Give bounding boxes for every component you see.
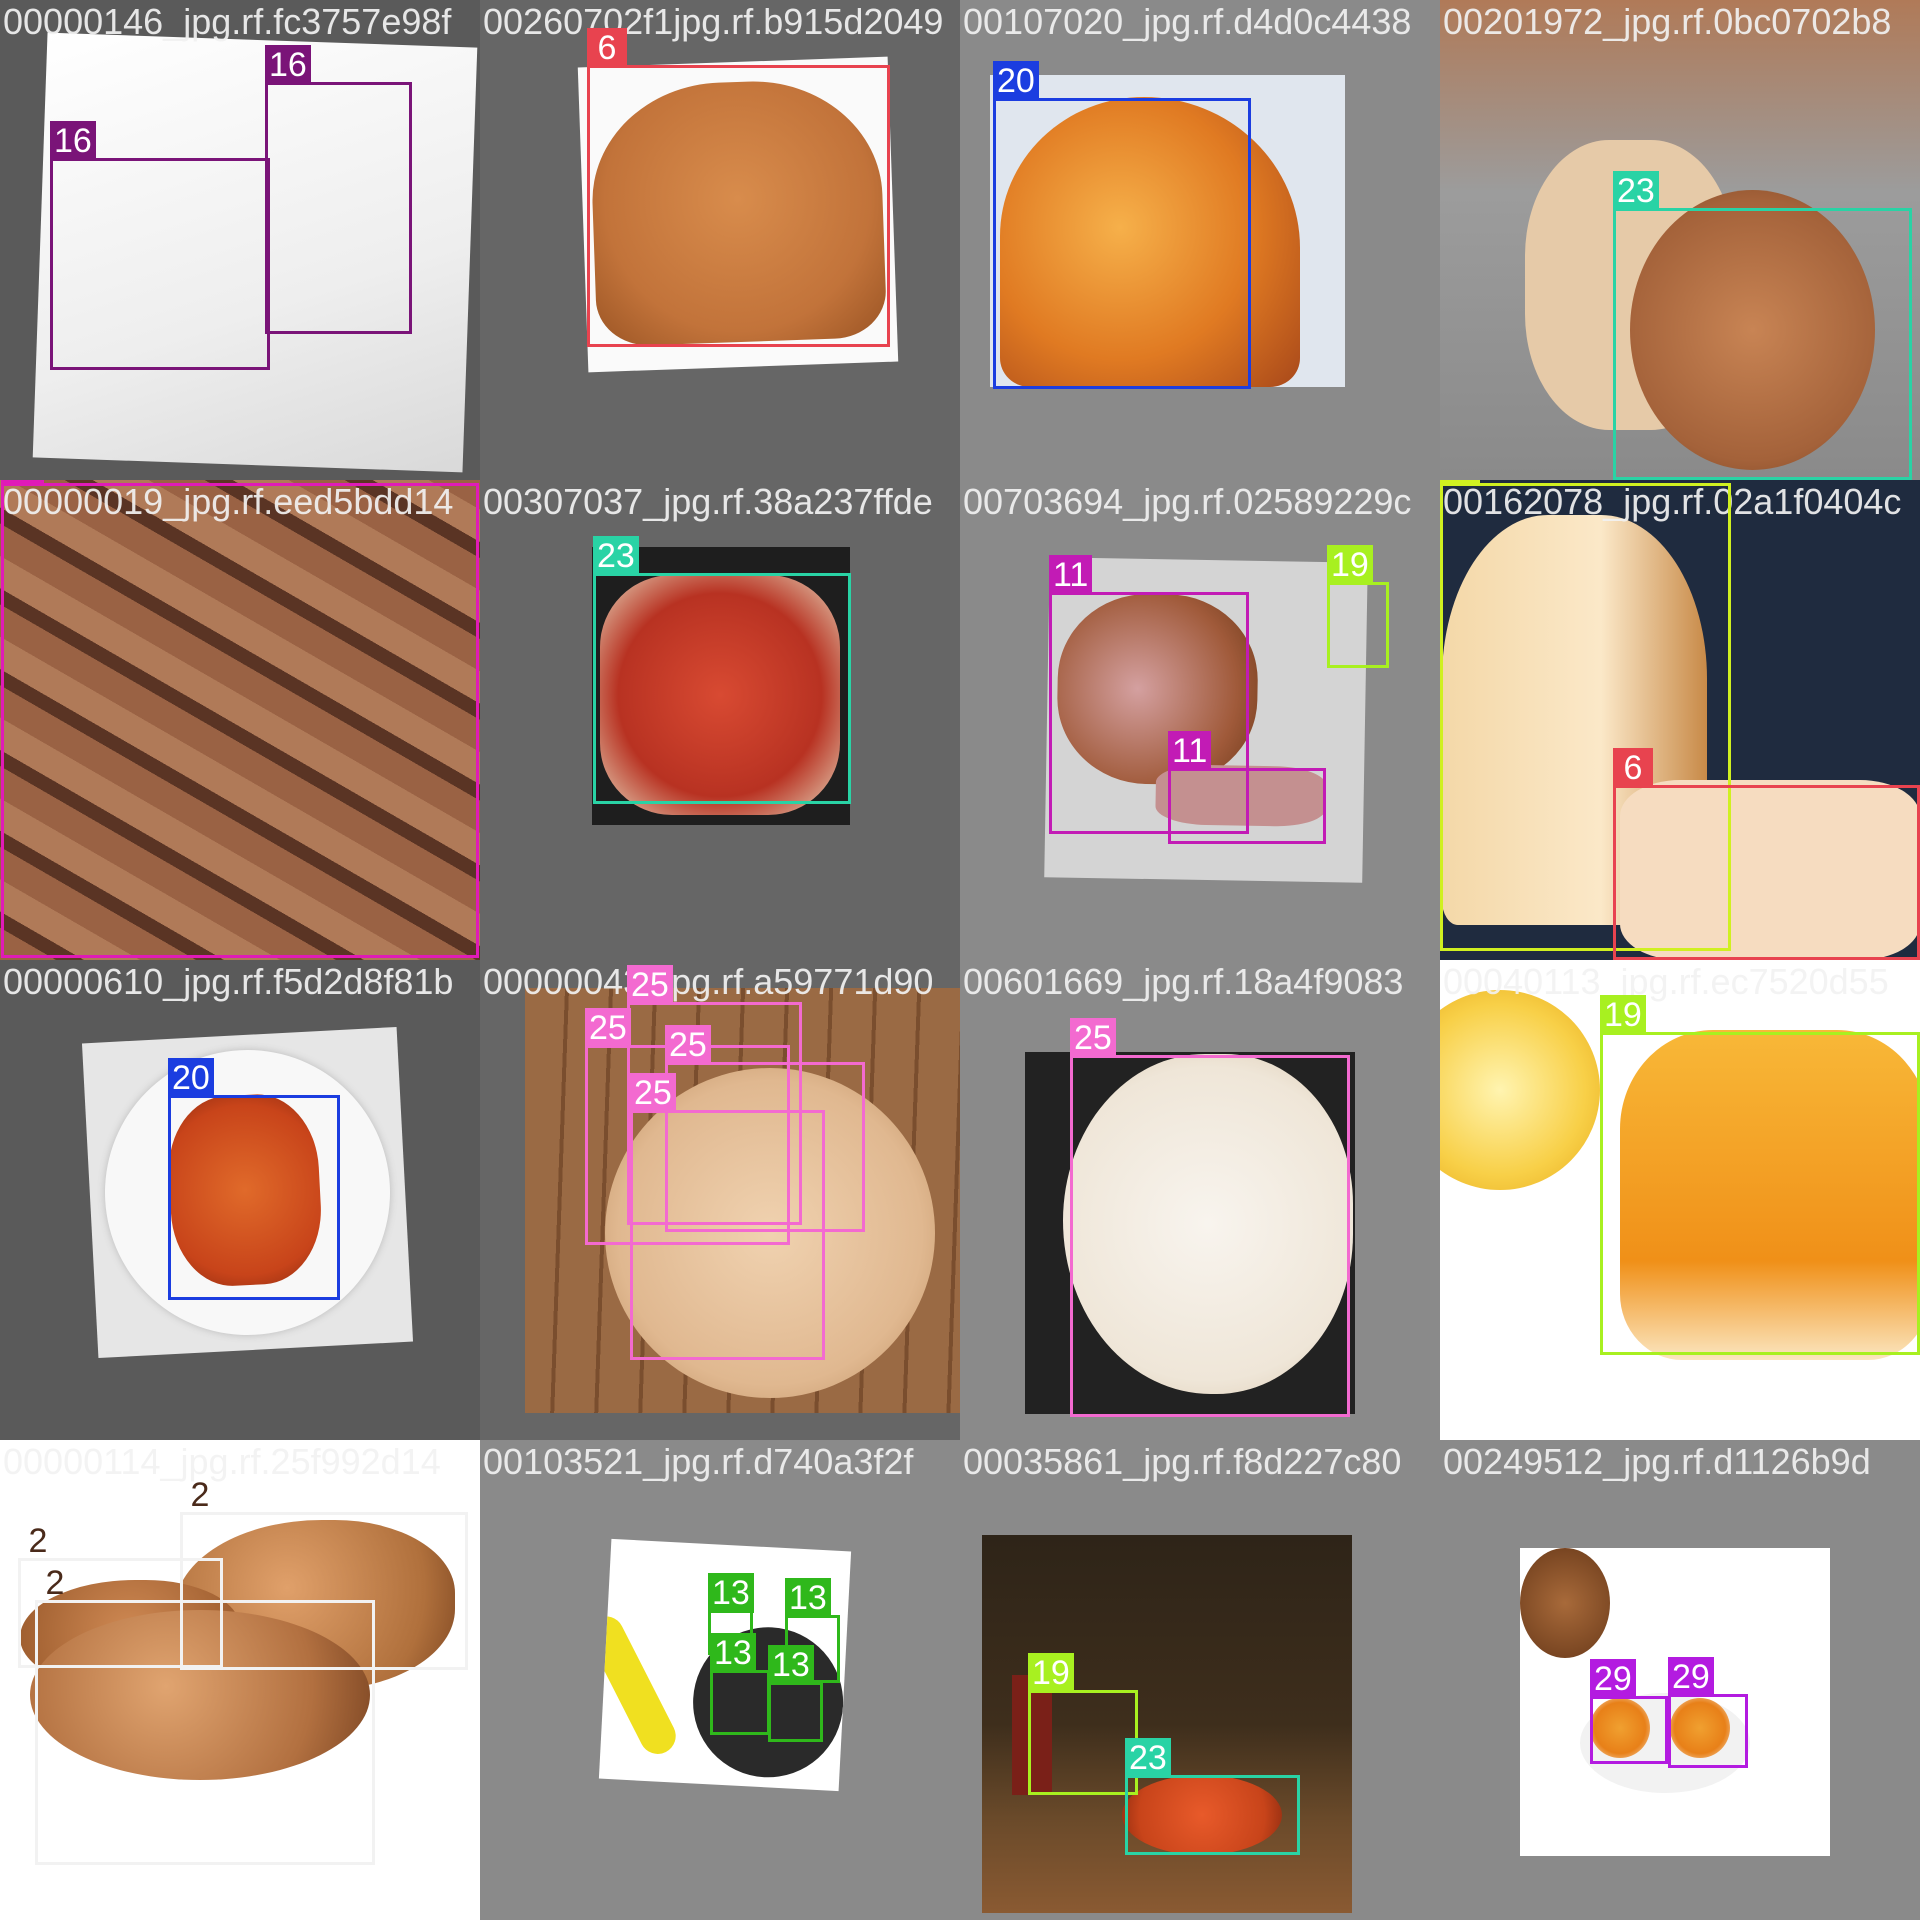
class-id-label: 25 — [665, 1025, 711, 1065]
mosaic-tile: 00162078_jpg.rf.02a1f0404c 7 6 — [1440, 480, 1920, 960]
image-filename: 00000114_jpg.rf.25f992d14 — [3, 1441, 441, 1482]
bounding-box: 6 — [1613, 748, 1920, 960]
image-filename: 00703694_jpg.rf.02589229c — [963, 481, 1412, 522]
bounding-box: 19 — [1600, 995, 1920, 1355]
class-id-label: 23 — [1125, 1738, 1171, 1778]
class-id-label: 19 — [1327, 545, 1373, 585]
mosaic-tile: 00000610_jpg.rf.f5d2d8f81b 20 — [0, 960, 480, 1440]
class-id-label: 2 — [28, 1522, 48, 1560]
class-id-label: 13 — [708, 1573, 754, 1613]
bounding-box: 20 — [993, 61, 1251, 389]
class-id-label: 25 — [627, 965, 673, 1005]
class-id-label: 2 — [45, 1564, 65, 1602]
mosaic-tile: 00000019_jpg.rf.eed5bdd14 11 — [0, 480, 480, 960]
class-id-label: 29 — [1590, 1659, 1636, 1699]
bounding-box: 16 — [265, 45, 412, 334]
mosaic-tile: 00040113_jpg.rf.ec7520d55 19 — [1440, 960, 1920, 1440]
class-id-label: 19 — [1600, 995, 1646, 1035]
image-filename: 00307037_jpg.rf.38a237ffde — [483, 481, 933, 522]
mosaic-tile: 00249512_jpg.rf.d1126b9d 29 29 — [1440, 1440, 1920, 1920]
mosaic-tile: 00000146_jpg.rf.fc3757e98f 16 16 — [0, 0, 480, 480]
class-id-label: 13 — [710, 1633, 756, 1673]
class-id-label: 7 — [1440, 480, 1480, 486]
mosaic-tile: 00307037_jpg.rf.38a237ffde 23 — [480, 480, 960, 960]
image-filename: 00040113_jpg.rf.ec7520d55 — [1443, 961, 1889, 1002]
image-filename: 00103521_jpg.rf.d740a3f2f — [483, 1441, 914, 1482]
mosaic-tile: 00000043_jpg.rf.a59771d90 25 25 25 25 — [480, 960, 960, 1440]
class-id-label: 20 — [993, 61, 1039, 101]
class-id-label: 16 — [50, 121, 96, 161]
class-id-label: 13 — [785, 1578, 831, 1618]
mosaic-tile: 00103521_jpg.rf.d740a3f2f 13 13 13 13 — [480, 1440, 960, 1920]
class-id-label: 6 — [587, 28, 627, 68]
mosaic-tile: 00035861_jpg.rf.f8d227c80 19 23 — [960, 1440, 1440, 1920]
bounding-box: 2 — [35, 1564, 375, 1865]
class-id-label: 25 — [1070, 1018, 1116, 1058]
bounding-box: 23 — [1125, 1738, 1300, 1855]
mosaic-tile: 00703694_jpg.rf.02589229c 11 19 11 — [960, 480, 1440, 960]
bounding-box: 25 — [630, 1073, 825, 1360]
bounding-box: 13 — [710, 1633, 770, 1735]
class-id-label: 20 — [168, 1058, 214, 1098]
image-filename: 00035861_jpg.rf.f8d227c80 — [963, 1441, 1402, 1482]
class-id-label: 23 — [593, 536, 639, 576]
class-id-label: 13 — [768, 1645, 814, 1685]
mosaic-tile: 00107020_jpg.rf.d4d0c4438 20 — [960, 0, 1440, 480]
detection-mosaic: 00000146_jpg.rf.fc3757e98f 16 16 0026070… — [0, 0, 1920, 1920]
class-id-label: 29 — [1668, 1657, 1714, 1697]
bounding-box: 19 — [1327, 545, 1389, 668]
bounding-box: 23 — [593, 536, 851, 804]
class-id-label: 11 — [1049, 555, 1093, 595]
bounding-box: 11 — [1168, 731, 1326, 844]
image-filename: 00107020_jpg.rf.d4d0c4438 — [963, 1, 1412, 42]
bounding-box: 16 — [50, 121, 270, 370]
mosaic-tile: 00201972_jpg.rf.0bc0702b8 23 — [1440, 0, 1920, 480]
image-filename: 00000043_jpg.rf.a59771d90 — [483, 961, 934, 1002]
class-id-label: 23 — [1613, 171, 1659, 211]
bounding-box: 19 — [1028, 1653, 1138, 1795]
image-filename: 00260702f1jpg.rf.b915d2049 — [483, 1, 944, 42]
bounding-box: 6 — [587, 28, 890, 347]
image-filename: 00000146_jpg.rf.fc3757e98f — [3, 1, 452, 42]
bounding-box: 29 — [1668, 1657, 1748, 1768]
bounding-box: 11 — [1, 480, 479, 958]
class-id-label: 2 — [190, 1476, 210, 1514]
mosaic-tile: 00601669_jpg.rf.18a4f9083 25 — [960, 960, 1440, 1440]
image-filename: 00249512_jpg.rf.d1126b9d — [1443, 1441, 1871, 1482]
bounding-box: 29 — [1590, 1659, 1668, 1764]
class-id-label: 16 — [265, 45, 311, 85]
bounding-box: 20 — [168, 1058, 340, 1300]
class-id-label: 11 — [1, 480, 45, 486]
class-id-label: 19 — [1028, 1653, 1074, 1693]
image-filename: 00601669_jpg.rf.18a4f9083 — [963, 961, 1404, 1002]
class-id-label: 25 — [630, 1073, 676, 1113]
mosaic-tile: 00000114_jpg.rf.25f992d14 2 2 2 — [0, 1440, 480, 1920]
class-id-label: 11 — [1168, 731, 1212, 771]
mosaic-tile: 00260702f1jpg.rf.b915d2049 6 — [480, 0, 960, 480]
bounding-box: 13 — [768, 1645, 823, 1742]
image-filename: 00000610_jpg.rf.f5d2d8f81b — [3, 961, 454, 1002]
bounding-box: 23 — [1613, 171, 1912, 480]
image-filename: 00201972_jpg.rf.0bc0702b8 — [1443, 1, 1892, 42]
class-id-label: 6 — [1613, 748, 1653, 788]
bounding-box: 25 — [1070, 1018, 1350, 1417]
class-id-label: 25 — [585, 1008, 631, 1048]
